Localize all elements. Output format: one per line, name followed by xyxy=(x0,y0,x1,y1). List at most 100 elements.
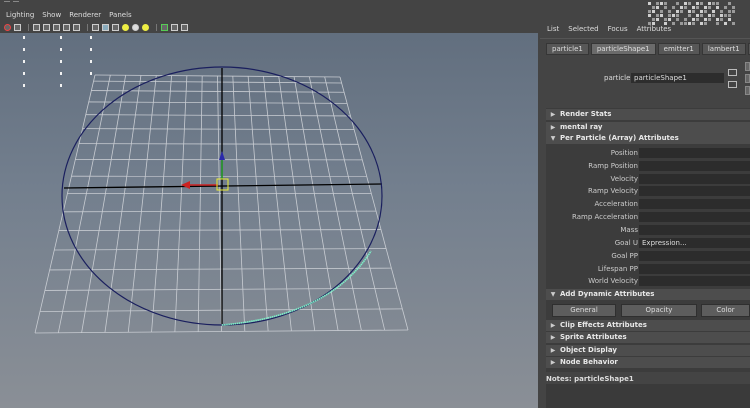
attr-field[interactable] xyxy=(639,264,750,274)
scene-canvas[interactable] xyxy=(0,33,538,408)
attr-row-mass: Mass xyxy=(546,224,750,236)
attr-field[interactable] xyxy=(639,186,750,196)
pattern-pixel xyxy=(656,2,659,5)
pattern-pixel xyxy=(716,2,719,5)
ruler-icon[interactable] xyxy=(63,23,70,31)
opacity-button[interactable]: Opacity xyxy=(621,304,697,317)
tab-particle1[interactable]: particle1 xyxy=(546,43,589,55)
node-tabs: particle1 particleShape1 emitter1 lamber… xyxy=(546,43,750,55)
grid-line xyxy=(81,75,127,333)
xray-icon[interactable] xyxy=(171,23,178,31)
section-per-particle[interactable]: ▼ Per Particle (Array) Attributes xyxy=(546,133,750,144)
grid-line xyxy=(34,74,96,334)
pattern-pixel xyxy=(684,18,687,21)
attribute-editor: List Selected Focus Attributes particle1… xyxy=(538,0,750,408)
attr-label: Velocity xyxy=(610,175,638,183)
particle-name-field[interactable]: particleShape1 xyxy=(631,73,724,83)
shaded-icon[interactable] xyxy=(102,23,109,31)
grid-line xyxy=(82,128,355,131)
attr-field[interactable] xyxy=(639,225,750,235)
attr-field[interactable] xyxy=(639,161,750,171)
pattern-pixel xyxy=(668,10,671,13)
general-button[interactable]: General xyxy=(552,304,616,317)
select-icon[interactable] xyxy=(161,23,168,31)
notes-field[interactable] xyxy=(546,384,750,408)
grid-line xyxy=(308,76,362,331)
xray-joints-icon[interactable] xyxy=(181,23,188,31)
panel-edge-icon[interactable] xyxy=(745,74,750,83)
expand-arrow-icon: ▶ xyxy=(550,347,556,354)
pattern-pixel xyxy=(652,18,655,21)
attr-label: Ramp Velocity xyxy=(588,187,638,195)
menu-list[interactable]: List xyxy=(547,25,559,33)
text-icon[interactable] xyxy=(73,23,80,31)
pattern-pixel xyxy=(648,14,651,17)
wireframe-icon[interactable] xyxy=(92,23,99,31)
section-mental-ray[interactable]: ▶ mental ray xyxy=(546,122,750,133)
attr-field[interactable] xyxy=(639,276,750,286)
attr-field[interactable] xyxy=(639,212,750,222)
pattern-pixel xyxy=(676,2,679,5)
grid-icon[interactable] xyxy=(33,23,40,31)
light-icon[interactable] xyxy=(122,23,129,31)
pattern-pixel xyxy=(672,14,675,17)
shadow-icon[interactable] xyxy=(132,23,139,31)
grid-line xyxy=(247,76,269,332)
color-button[interactable]: Color xyxy=(701,304,750,317)
notes-label: Notes: particleShape1 xyxy=(546,375,634,383)
x-manipulator-arrow-icon[interactable] xyxy=(181,181,190,189)
attr-label: Ramp Position xyxy=(588,162,638,170)
attr-field[interactable] xyxy=(639,174,750,184)
isolate-icon[interactable] xyxy=(142,23,149,31)
panel-edge-icon[interactable] xyxy=(745,86,750,95)
attr-row-world-velocity: World Velocity xyxy=(546,275,750,287)
pattern-pixel xyxy=(680,6,683,9)
section-object-display[interactable]: ▶ Object Display xyxy=(546,345,750,356)
attr-field[interactable] xyxy=(639,199,750,209)
tab-lambert1[interactable]: lambert1 xyxy=(701,43,746,55)
image-icon[interactable] xyxy=(53,23,60,31)
grid-line xyxy=(127,75,157,333)
pattern-pixel xyxy=(660,10,663,13)
pattern-pixel xyxy=(648,10,651,13)
attr-field[interactable] xyxy=(639,148,750,158)
section-clip-effects[interactable]: ▶ Clip Effects Attributes xyxy=(546,320,750,331)
menu-focus[interactable]: Focus xyxy=(608,25,628,33)
tab-emitter1[interactable]: emitter1 xyxy=(657,43,700,55)
y-manipulator-arrow-icon[interactable] xyxy=(219,151,225,160)
section-node-behavior[interactable]: ▶ Node Behavior xyxy=(546,357,750,368)
menu-selected[interactable]: Selected xyxy=(568,25,598,33)
pattern-pixel xyxy=(656,6,659,9)
presets-icon[interactable] xyxy=(728,81,737,88)
textured-icon[interactable] xyxy=(112,23,119,31)
grid-line xyxy=(324,76,386,331)
section-sprite[interactable]: ▶ Sprite Attributes xyxy=(546,332,750,343)
record-icon[interactable] xyxy=(4,23,11,31)
pattern-pixel xyxy=(728,18,731,21)
section-render-stats[interactable]: ▶ Render Stats xyxy=(546,109,750,120)
pattern-pixel xyxy=(688,2,691,5)
menu-lighting[interactable]: Lighting xyxy=(6,11,34,19)
attr-label: Position xyxy=(610,149,638,157)
attr-label: Goal PP xyxy=(611,252,638,260)
menu-show[interactable]: Show xyxy=(42,11,61,19)
menu-panels[interactable]: Panels xyxy=(109,11,132,19)
attr-field[interactable] xyxy=(639,251,750,261)
camera-icon[interactable] xyxy=(14,23,21,31)
menu-renderer[interactable]: Renderer xyxy=(69,11,101,19)
pattern-pixel xyxy=(720,18,723,21)
pattern-pixel xyxy=(724,22,727,25)
film-icon[interactable] xyxy=(43,23,50,31)
attr-field[interactable]: Expression... xyxy=(639,238,750,248)
panel-edge-icon[interactable] xyxy=(745,62,750,71)
menu-attributes[interactable]: Attributes xyxy=(637,25,672,33)
attribute-editor-menubar: List Selected Focus Attributes xyxy=(538,22,671,36)
pattern-pixel xyxy=(652,6,655,9)
tab-particleshape1[interactable]: particleShape1 xyxy=(590,43,656,55)
section-add-dynamic[interactable]: ▼ Add Dynamic Attributes xyxy=(546,289,750,300)
grid-line xyxy=(57,75,111,333)
focus-icon[interactable] xyxy=(728,69,737,76)
viewport-panel[interactable]: Lighting Show Renderer Panels xyxy=(0,8,538,408)
section-label: Per Particle (Array) Attributes xyxy=(560,134,679,142)
attr-label: Mass xyxy=(620,226,638,234)
